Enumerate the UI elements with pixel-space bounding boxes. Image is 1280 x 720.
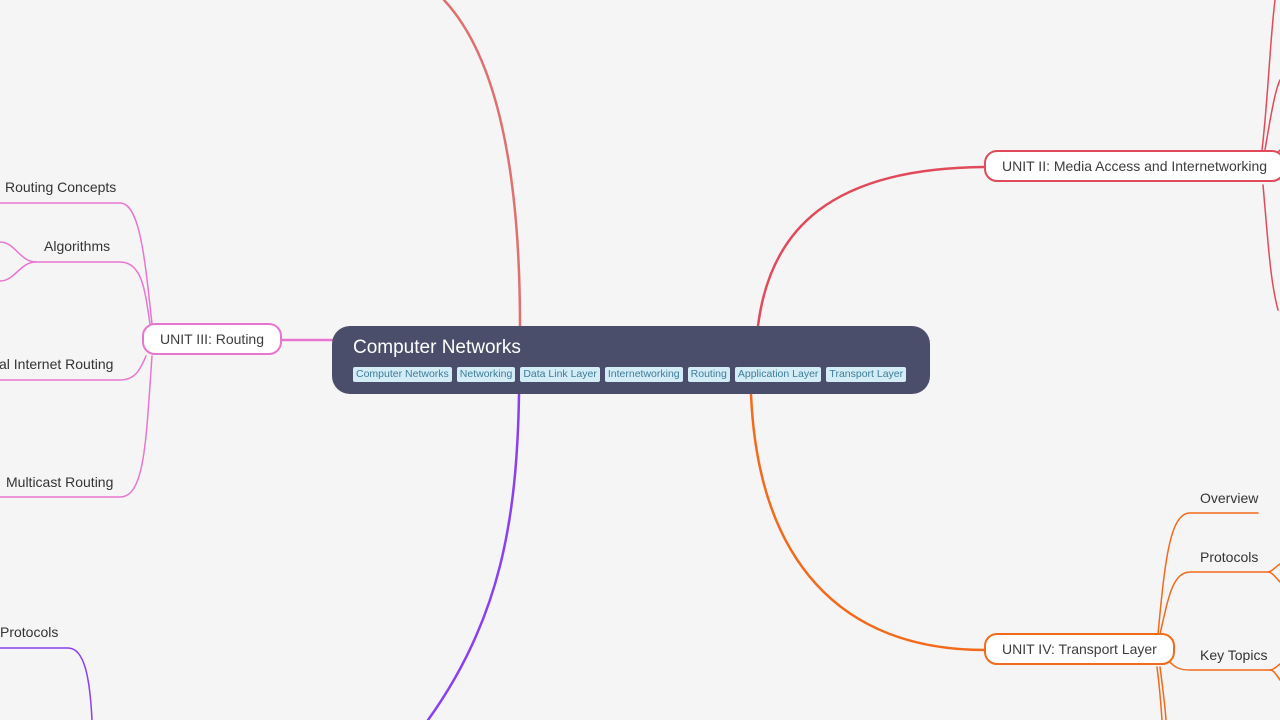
node-protocols[interactable]: Protocols xyxy=(1200,548,1258,566)
node-algorithms[interactable]: Algorithms xyxy=(44,237,110,255)
tag[interactable]: Transport Layer xyxy=(826,367,907,382)
tag[interactable]: Networking xyxy=(456,367,516,382)
node-multicast-routing[interactable]: Multicast Routing xyxy=(6,473,113,491)
edge-algorithms-child xyxy=(0,261,37,282)
edge-unit2-child xyxy=(1262,184,1279,311)
node-internet-routing[interactable]: al Internet Routing xyxy=(0,355,113,373)
edge-unit4-overview xyxy=(1157,512,1259,635)
node-overview[interactable]: Overview xyxy=(1200,489,1258,507)
node-unit5-protocols[interactable]: Protocols xyxy=(0,623,58,641)
tag[interactable]: Internetworking xyxy=(604,367,683,382)
edge-protocols-child xyxy=(1267,571,1280,583)
edge-root-unit2 xyxy=(756,165,987,328)
edge-unit5-protocols xyxy=(0,647,93,720)
unit4-node[interactable]: UNIT IV: Transport Layer xyxy=(984,633,1175,665)
tag[interactable]: Computer Networks xyxy=(353,367,452,382)
unit3-node[interactable]: UNIT III: Routing xyxy=(142,323,283,355)
root-tag-list: Computer Networks Networking Data Link L… xyxy=(353,367,930,382)
tag[interactable]: Data Link Layer xyxy=(520,367,600,382)
root-node[interactable]: Computer Networks Computer Networks Netw… xyxy=(332,326,930,394)
node-key-topics[interactable]: Key Topics xyxy=(1200,646,1267,664)
tag[interactable]: Routing xyxy=(687,367,730,382)
edge-root-unit4 xyxy=(749,392,987,652)
unit2-node[interactable]: UNIT II: Media Access and Internetworkin… xyxy=(984,150,1280,182)
edge-protocols-child xyxy=(1267,563,1280,573)
edge-root-unit1 xyxy=(442,0,522,328)
root-title: Computer Networks xyxy=(353,337,521,358)
node-routing-concepts[interactable]: Routing Concepts xyxy=(5,178,116,196)
edge-key-topics-child xyxy=(1269,663,1280,671)
edge-root-unit5 xyxy=(426,392,521,720)
tag[interactable]: Application Layer xyxy=(734,367,822,382)
edge-key-topics-child xyxy=(1269,669,1280,681)
edge-unit3-algorithms xyxy=(35,261,151,325)
edge-algorithms-child xyxy=(0,241,37,263)
edge-unit4-protocols xyxy=(1159,571,1269,635)
